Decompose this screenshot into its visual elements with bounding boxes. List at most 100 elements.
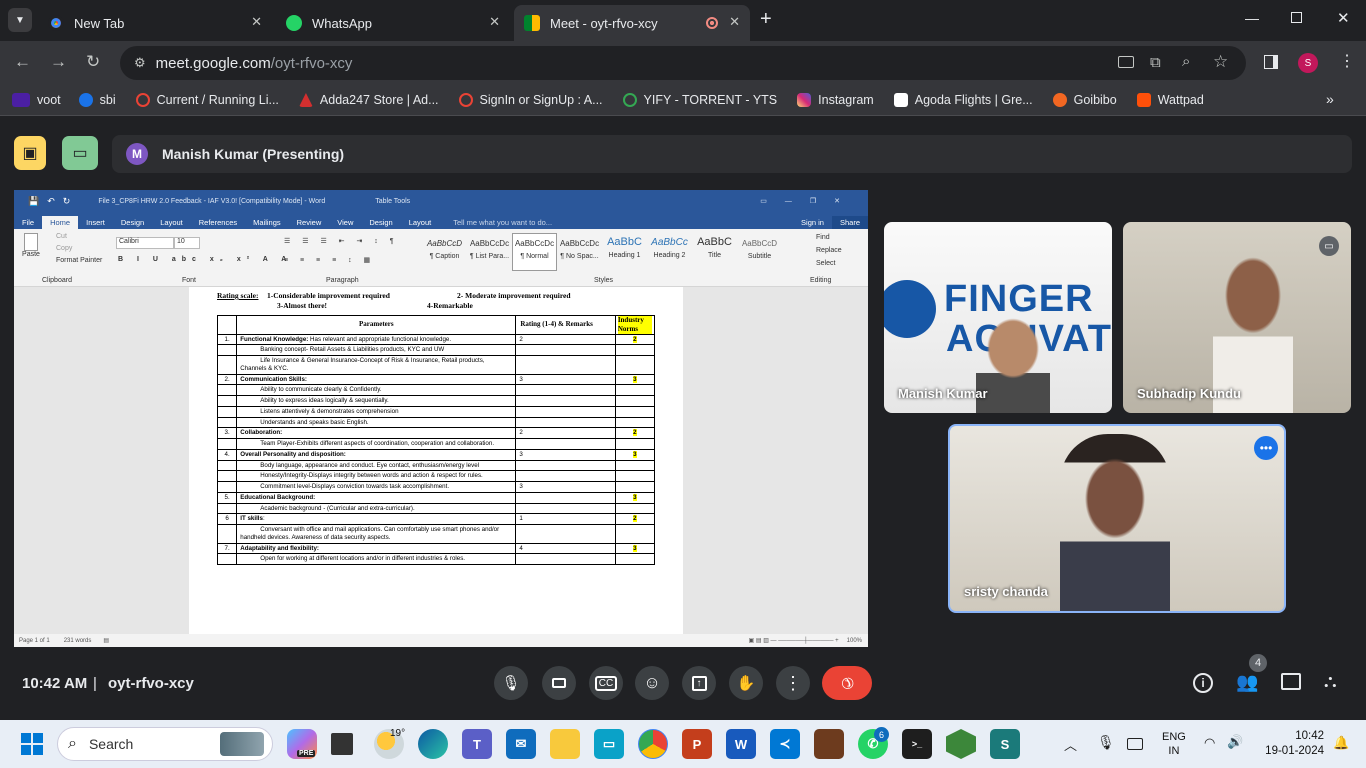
style-heading-2[interactable]: AaBbCc Heading 2 bbox=[647, 233, 692, 271]
app-icon[interactable]: S bbox=[990, 729, 1020, 759]
word-tab[interactable]: Design bbox=[361, 216, 400, 229]
font-name-box[interactable]: Calibri bbox=[116, 237, 174, 249]
tab-new-tab[interactable]: New Tab ✕ bbox=[38, 5, 272, 41]
reactions-button[interactable]: ☺ bbox=[635, 666, 669, 700]
chat-icon[interactable] bbox=[1281, 673, 1301, 690]
tab-meet[interactable]: Meet - oyt-rfvo-xcy ✕ bbox=[514, 5, 750, 41]
word-tab[interactable]: File bbox=[14, 216, 42, 229]
microphone-tray-icon[interactable]: 🎙 bbox=[1097, 734, 1115, 751]
more-options-button[interactable]: ⋮ bbox=[776, 666, 810, 700]
reload-icon[interactable]: ↻ bbox=[86, 52, 100, 72]
language-indicator[interactable]: ENG IN bbox=[1162, 730, 1186, 758]
microphone-button[interactable]: 🎙 bbox=[494, 666, 528, 700]
zoom-icon[interactable]: ⌕ bbox=[1182, 53, 1190, 70]
powerpoint-icon[interactable]: P bbox=[682, 729, 712, 759]
more-bookmarks-icon[interactable]: » bbox=[1326, 91, 1334, 107]
bookmark-adda247[interactable]: Adda247 Store | Ad... bbox=[298, 93, 439, 107]
people-button[interactable]: 👥 bbox=[1236, 672, 1258, 693]
profile-avatar[interactable]: S bbox=[1298, 53, 1318, 73]
bookmark-current-running[interactable]: Current / Running Li... bbox=[135, 93, 279, 107]
windows-start-icon[interactable] bbox=[21, 733, 43, 755]
replace-button[interactable]: Replace bbox=[816, 247, 842, 254]
font-size-box[interactable]: 10 bbox=[174, 237, 200, 249]
chrome-taskbar-icon[interactable] bbox=[638, 729, 668, 759]
wifi-icon[interactable]: ◠ bbox=[1204, 735, 1215, 751]
stop-presenting-button[interactable]: ▣ bbox=[14, 136, 46, 170]
style-caption[interactable]: AaBbCcD ¶ Caption bbox=[422, 233, 467, 271]
side-panel-icon[interactable] bbox=[1264, 55, 1278, 69]
teams-icon[interactable]: T bbox=[462, 729, 492, 759]
pin-icon[interactable]: ▭ bbox=[1319, 236, 1339, 256]
address-bar[interactable]: ⚙ meet.google.com /oyt-rfvo-xcy bbox=[120, 46, 1246, 80]
mail-icon[interactable]: ✉ bbox=[506, 729, 536, 759]
new-tab-button[interactable]: + bbox=[760, 8, 772, 31]
present-now-button[interactable]: ↑ bbox=[682, 666, 716, 700]
word-tab[interactable]: Design bbox=[113, 216, 152, 229]
participant-tile-subhadip[interactable]: ▭ Subhadip Kundu bbox=[1123, 222, 1351, 413]
word-tab[interactable]: References bbox=[191, 216, 245, 229]
back-icon[interactable]: ← bbox=[14, 52, 31, 72]
site-info-icon[interactable]: ⚙ bbox=[134, 55, 146, 71]
activities-icon[interactable]: ⛬ bbox=[1324, 671, 1337, 692]
word-tab[interactable]: View bbox=[329, 216, 361, 229]
word-icon[interactable]: W bbox=[726, 729, 756, 759]
bookmark-sbi[interactable]: sbi bbox=[78, 93, 116, 107]
captions-button[interactable]: CC bbox=[589, 666, 623, 700]
bookmark-goibibo[interactable]: Goibibo bbox=[1052, 93, 1117, 107]
tab-whatsapp[interactable]: WhatsApp ✕ bbox=[276, 5, 510, 41]
game-icon[interactable] bbox=[814, 729, 844, 759]
forward-icon[interactable]: → bbox=[50, 52, 67, 72]
more-options-icon[interactable]: ••• bbox=[1254, 436, 1278, 460]
open-in-window-icon[interactable]: ⧉ bbox=[1150, 54, 1161, 71]
sign-in-link[interactable]: Sign in bbox=[793, 216, 832, 229]
zoom-slider[interactable]: ▣ ▤ ▥ — ──────┼────── + bbox=[749, 637, 839, 644]
style-title[interactable]: AaBbC Title bbox=[692, 233, 737, 271]
task-view-icon[interactable] bbox=[331, 733, 353, 755]
style-no-spacing[interactable]: AaBbCcDc ¶ No Spac... bbox=[557, 233, 602, 271]
raise-hand-button[interactable]: ✋ bbox=[729, 666, 763, 700]
monitor-icon[interactable]: ▭ bbox=[594, 729, 624, 759]
cut-button[interactable]: Cut bbox=[56, 233, 67, 240]
bookmark-agoda[interactable]: Agoda Flights | Gre... bbox=[893, 93, 1033, 107]
edge-icon[interactable] bbox=[418, 729, 448, 759]
word-tab[interactable]: Insert bbox=[78, 216, 113, 229]
word-tab-active[interactable]: Home bbox=[42, 216, 79, 229]
bookmark-instagram[interactable]: Instagram bbox=[797, 93, 874, 107]
style-heading-1[interactable]: AaBbC Heading 1 bbox=[602, 233, 647, 271]
word-tab[interactable]: Layout bbox=[401, 216, 440, 229]
show-hidden-icons[interactable]: ︿ bbox=[1064, 735, 1077, 754]
participant-tile-sristy[interactable]: ••• sristy chanda bbox=[948, 424, 1286, 613]
taskbar-search-box[interactable]: ⌕ Search bbox=[57, 727, 273, 761]
bookmark-signin[interactable]: SignIn or SignUp : A... bbox=[458, 93, 603, 107]
bookmark-voot[interactable]: voot bbox=[12, 93, 61, 107]
restore-icon[interactable] bbox=[1291, 12, 1302, 23]
close-icon[interactable]: ✕ bbox=[251, 14, 262, 30]
bookmark-star-icon[interactable]: ☆ bbox=[1213, 52, 1228, 72]
leave-call-button[interactable]: ✆ bbox=[822, 666, 872, 700]
window-close-icon[interactable]: ✕ bbox=[1337, 9, 1350, 27]
vscode-icon[interactable]: ≺ bbox=[770, 729, 800, 759]
display-tray-icon[interactable] bbox=[1127, 738, 1143, 750]
share-button[interactable]: Share bbox=[831, 216, 868, 229]
word-tab[interactable]: Review bbox=[289, 216, 330, 229]
camera-button[interactable] bbox=[542, 666, 576, 700]
kebab-menu-icon[interactable]: ⋮ bbox=[1339, 51, 1355, 71]
tell-me-box[interactable]: Tell me what you want to do... bbox=[445, 216, 560, 229]
close-icon[interactable]: ✕ bbox=[729, 14, 740, 30]
layout-button[interactable]: ▭ bbox=[62, 136, 98, 170]
meeting-details-icon[interactable]: i bbox=[1193, 673, 1213, 693]
terminal-icon[interactable]: >_ bbox=[902, 729, 932, 759]
minimize-icon[interactable]: — bbox=[1245, 10, 1259, 26]
participant-tile-manish[interactable]: FINGER ACTIVAT Manish Kumar bbox=[884, 222, 1112, 413]
select-button[interactable]: Select bbox=[816, 260, 835, 267]
style-list-para[interactable]: AaBbCcDc ¶ List Para... bbox=[467, 233, 512, 271]
style-normal[interactable]: AaBbCcDc ¶ Normal bbox=[512, 233, 557, 271]
style-subtitle[interactable]: AaBbCcD Subtitle bbox=[737, 233, 782, 271]
tab-search-button[interactable]: ▼ bbox=[8, 8, 32, 32]
format-painter-button[interactable]: Format Painter bbox=[56, 257, 102, 264]
word-tab[interactable]: Layout bbox=[152, 216, 191, 229]
volume-icon[interactable]: 🔊 bbox=[1227, 734, 1243, 750]
copy-button[interactable]: Copy bbox=[56, 245, 72, 252]
find-button[interactable]: Find bbox=[816, 234, 830, 241]
paste-button[interactable]: Paste bbox=[20, 233, 42, 258]
